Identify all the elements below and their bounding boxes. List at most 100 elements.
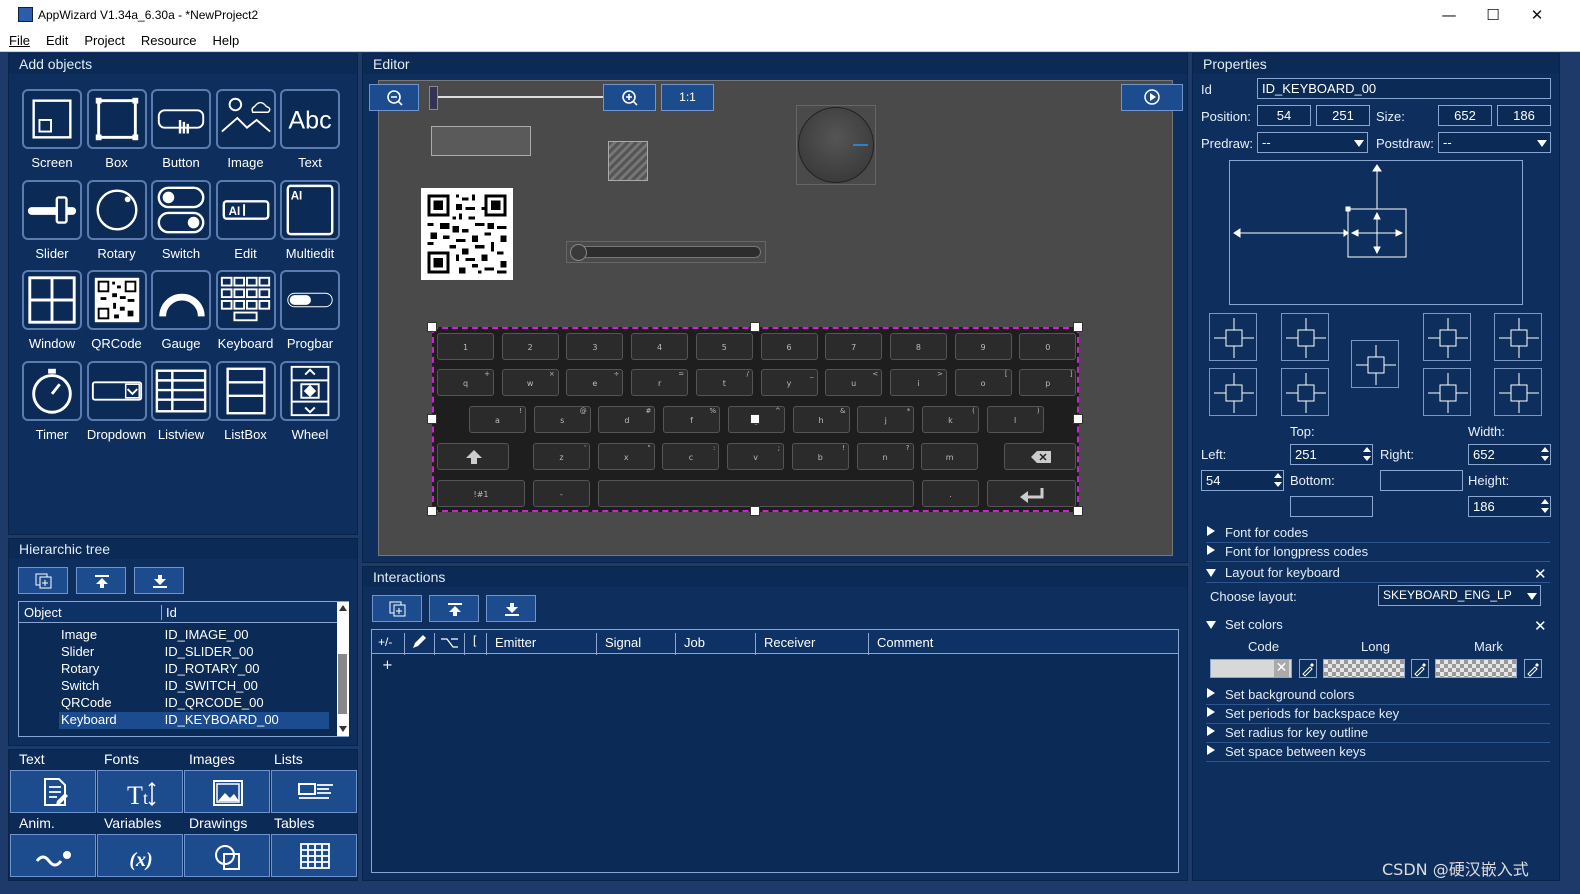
key[interactable]: e ÷ bbox=[566, 369, 624, 396]
bottom-spinbox[interactable] bbox=[1290, 496, 1373, 517]
add-object-button[interactable]: Button bbox=[151, 89, 211, 170]
enter-key[interactable] bbox=[987, 480, 1076, 507]
key[interactable]: x " bbox=[597, 443, 655, 470]
spin-arrows[interactable] bbox=[1539, 496, 1551, 517]
collapsed-icon[interactable] bbox=[1207, 526, 1215, 536]
col-plusminus[interactable]: +/- bbox=[378, 635, 392, 649]
tree-add-button[interactable] bbox=[18, 567, 68, 594]
add-object-rotary[interactable]: Rotary bbox=[86, 179, 147, 261]
menu-resource[interactable]: Resource bbox=[132, 30, 204, 48]
col-emitter[interactable]: Emitter bbox=[486, 633, 596, 655]
play-button[interactable] bbox=[1121, 84, 1183, 111]
key[interactable]: q + bbox=[437, 369, 494, 396]
add-object-switch[interactable]: Switch bbox=[151, 179, 211, 261]
spin-arrows[interactable] bbox=[1361, 444, 1373, 465]
resize-handle[interactable] bbox=[1073, 414, 1083, 424]
tree-col-object[interactable]: Object bbox=[24, 605, 62, 620]
key[interactable]: b! bbox=[791, 443, 849, 470]
button-widget[interactable] bbox=[431, 126, 531, 156]
key[interactable]: t / bbox=[695, 369, 753, 396]
res-tables-button[interactable] bbox=[271, 834, 357, 877]
resize-handle[interactable] bbox=[427, 506, 437, 516]
resize-handle[interactable] bbox=[1073, 322, 1083, 332]
scroll-down-icon[interactable] bbox=[339, 726, 347, 732]
res-anim-button[interactable] bbox=[10, 834, 96, 877]
key[interactable]: 5 bbox=[695, 333, 753, 360]
anchor-preset-button[interactable] bbox=[1351, 340, 1399, 388]
key[interactable]: i > bbox=[889, 369, 947, 396]
add-object-qrcode[interactable]: QRCode bbox=[86, 270, 147, 351]
tree-move-up-button[interactable] bbox=[76, 567, 126, 594]
res-lists-button[interactable] bbox=[271, 770, 357, 813]
add-object-slider[interactable]: Slider bbox=[22, 179, 82, 261]
layout-select[interactable]: SKEYBOARD_ENG_LP bbox=[1378, 585, 1541, 606]
col-comment[interactable]: Comment bbox=[868, 633, 1168, 655]
collapsed-icon[interactable] bbox=[1207, 745, 1215, 755]
key[interactable]: 8 bbox=[889, 333, 947, 360]
eyedropper-icon[interactable] bbox=[1524, 659, 1542, 678]
key[interactable]: 7 bbox=[825, 333, 883, 360]
zoom-out-button[interactable] bbox=[369, 84, 419, 111]
key[interactable]: 1 bbox=[437, 333, 494, 360]
key[interactable]: 2 bbox=[501, 333, 559, 360]
collapsed-icon[interactable] bbox=[1207, 707, 1215, 717]
section-more-2[interactable]: Set radius for key outline bbox=[1225, 725, 1368, 740]
add-object-image[interactable]: Image bbox=[215, 89, 276, 170]
anchor-preset-button[interactable] bbox=[1423, 313, 1471, 361]
add-object-box[interactable]: Box bbox=[86, 89, 147, 170]
key[interactable]: k( bbox=[921, 406, 979, 433]
add-object-multiedit[interactable]: AI Multiedit bbox=[280, 179, 340, 261]
add-object-progbar[interactable]: Progbar bbox=[280, 270, 340, 351]
key[interactable]: 6 bbox=[760, 333, 818, 360]
anchor-preset-button[interactable] bbox=[1281, 368, 1329, 416]
editor-canvas[interactable]: 1:1 1 2 3 4 5 6 7 8 9 0 q + w × e ÷ r = t / y _ u < i > o[p] a! bbox=[369, 80, 1183, 556]
key[interactable]: m bbox=[921, 443, 979, 470]
close-icon[interactable]: ✕ bbox=[1534, 617, 1547, 635]
id-input[interactable]: ID_KEYBOARD_00 bbox=[1257, 78, 1551, 99]
interaction-up-button[interactable] bbox=[429, 595, 479, 622]
key[interactable]: 4 bbox=[631, 333, 689, 360]
collapsed-icon[interactable] bbox=[1207, 726, 1215, 736]
anchor-preset-button[interactable] bbox=[1209, 368, 1257, 416]
key[interactable]: l) bbox=[986, 406, 1044, 433]
menu-help[interactable]: Help bbox=[203, 30, 246, 48]
position-x-input[interactable]: 54 bbox=[1257, 105, 1311, 126]
collapsed-icon[interactable] bbox=[1207, 688, 1215, 698]
anchor-preset-button[interactable] bbox=[1494, 313, 1542, 361]
tree-row[interactable]: Switch ID_SWITCH_00 bbox=[59, 678, 329, 695]
resize-handle[interactable] bbox=[750, 414, 760, 424]
eyedropper-icon[interactable] bbox=[1411, 659, 1429, 678]
res-images-button[interactable] bbox=[184, 770, 270, 813]
col-signal[interactable]: Signal bbox=[596, 633, 674, 655]
key[interactable]: - bbox=[533, 480, 590, 507]
key[interactable]: o[ bbox=[954, 369, 1012, 396]
backspace-key[interactable] bbox=[1004, 443, 1076, 470]
section-more-3[interactable]: Set space between keys bbox=[1225, 744, 1366, 759]
checker-color-swatch[interactable] bbox=[1323, 659, 1405, 678]
key[interactable]: p] bbox=[1019, 369, 1077, 396]
symbols-key[interactable]: !#1 bbox=[437, 480, 525, 507]
image-widget[interactable] bbox=[608, 141, 648, 181]
section-1[interactable]: Font for longpress codes bbox=[1225, 544, 1368, 559]
anchor-preset-button[interactable] bbox=[1281, 313, 1329, 361]
clear-color-icon[interactable]: ✕ bbox=[1274, 660, 1289, 677]
menu-edit[interactable]: Edit bbox=[37, 30, 75, 48]
add-interaction-row[interactable]: + bbox=[382, 658, 393, 673]
interaction-down-button[interactable] bbox=[486, 595, 536, 622]
key[interactable]: d # bbox=[598, 406, 656, 433]
key[interactable]: a! bbox=[469, 406, 526, 433]
tree-row[interactable]: Rotary ID_ROTARY_00 bbox=[59, 661, 329, 678]
slider-thumb[interactable] bbox=[570, 244, 587, 261]
section-more-1[interactable]: Set periods for backspace key bbox=[1225, 706, 1399, 721]
expanded-icon[interactable] bbox=[1206, 569, 1216, 577]
key[interactable]: n? bbox=[856, 443, 914, 470]
code-color-swatch[interactable]: ✕ bbox=[1210, 659, 1292, 678]
key[interactable]: c: bbox=[662, 443, 720, 470]
col-receiver[interactable]: Receiver bbox=[755, 633, 868, 655]
anchor-preset-button[interactable] bbox=[1494, 368, 1542, 416]
resize-handle[interactable] bbox=[750, 506, 760, 516]
add-object-timer[interactable]: Timer bbox=[22, 360, 82, 442]
tree-scrollbar[interactable] bbox=[337, 602, 349, 736]
tree-move-down-button[interactable] bbox=[134, 567, 184, 594]
qrcode-widget[interactable] bbox=[421, 188, 513, 280]
